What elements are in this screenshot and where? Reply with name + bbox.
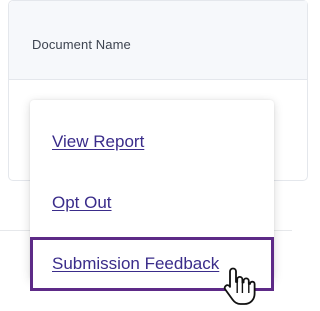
actions-dropdown-menu: View Report Opt Out Submission Feedback [30, 100, 274, 291]
table-header: Document Name [9, 1, 307, 80]
menu-item-submission-feedback[interactable]: Submission Feedback [52, 254, 219, 274]
hand-pointer-icon [223, 267, 256, 305]
menu-item-view-report[interactable]: View Report [52, 132, 144, 152]
column-header-document-name[interactable]: Document Name [32, 37, 131, 52]
page: Document Name View Report Opt Out Submis… [0, 0, 308, 311]
menu-item-opt-out[interactable]: Opt Out [52, 193, 112, 213]
